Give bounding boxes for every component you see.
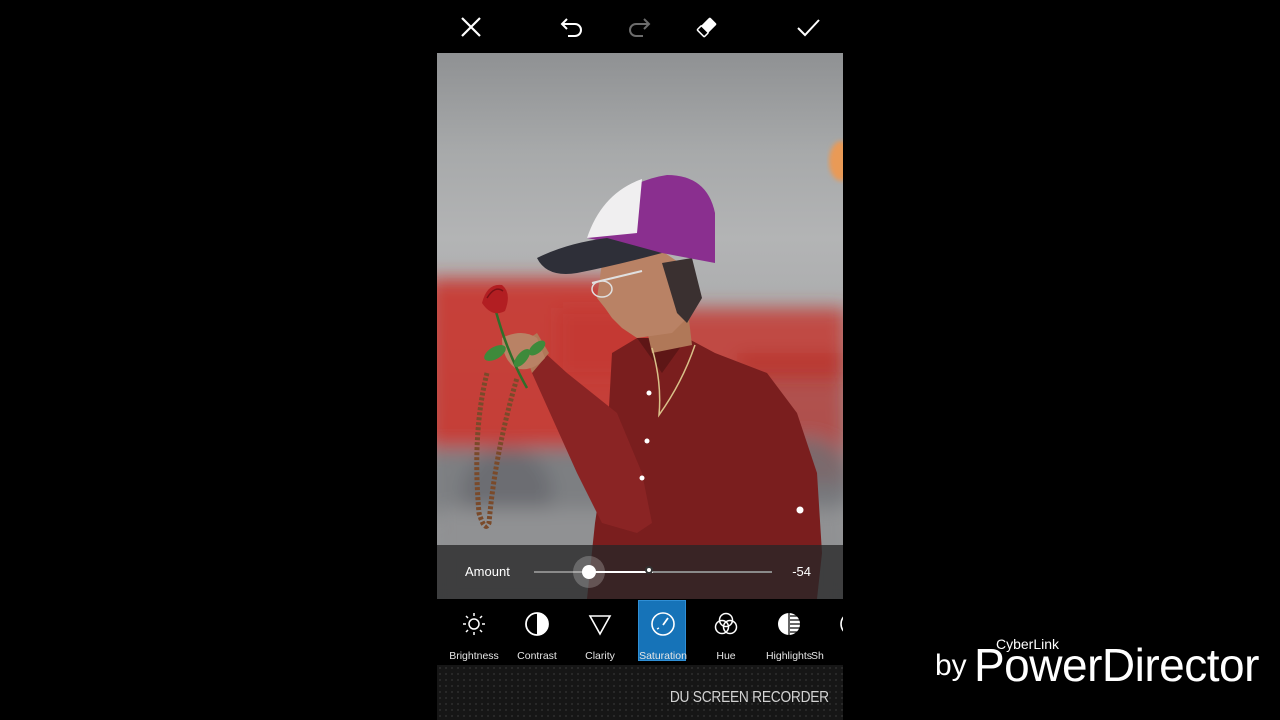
tool-contrast[interactable]: Contrast [509,599,565,665]
highlights-icon [778,613,800,635]
tool-label: Saturation [639,650,687,662]
amount-slider-track[interactable] [534,571,772,573]
check-icon [797,19,820,37]
redo-icon [629,18,651,37]
amount-slider-knob [581,565,596,579]
amount-value: -54 [792,564,811,579]
shadows-icon [840,616,843,632]
tool-label: Sh [811,650,824,662]
gauge-icon [651,612,675,636]
amount-slider-thumb[interactable] [572,556,605,588]
tool-saturation[interactable]: Saturation [635,599,691,665]
photo-canvas[interactable]: Amount -54 [437,53,843,599]
amount-slider-center-mark [645,566,653,574]
close-icon [461,17,481,37]
recorder-watermark: DU SCREEN RECORDER [670,689,829,706]
tool-label: Hue [716,650,736,662]
tool-brightness[interactable]: Brightness [446,599,502,665]
undo-icon [560,18,582,37]
tool-label: Brightness [449,650,499,662]
triangle-icon [588,615,612,636]
recorder-overlay: DU SCREEN RECORDER [437,665,843,720]
tool-hue[interactable]: Hue [698,599,754,665]
eraser-icon [696,17,717,38]
contrast-icon [525,612,549,636]
watermark-product: PowerDirector [974,639,1259,691]
eraser-button[interactable] [690,10,724,44]
redo-button[interactable] [622,10,656,44]
tool-shadows[interactable]: Sh [811,599,843,665]
amount-label: Amount [465,564,510,579]
tool-label: Contrast [517,650,557,662]
sun-icon [463,613,485,635]
rgb-circles-icon [714,612,738,635]
undo-button[interactable] [555,10,589,44]
top-toolbar [437,0,843,54]
tool-clarity[interactable]: Clarity [572,599,628,665]
close-button[interactable] [454,10,488,44]
adjust-tools-strip: Brightness Contrast Clarity Saturation H… [437,599,843,665]
tool-highlights[interactable]: Highlights [761,599,817,665]
tool-label: Clarity [585,650,615,662]
watermark-by: by [935,649,967,682]
phone-screen: Amount -54 Brightness Contrast Clarity S… [437,0,843,720]
amount-slider-panel: Amount -54 [437,545,843,599]
apply-button[interactable] [791,10,825,44]
photo-illustration [437,141,843,599]
